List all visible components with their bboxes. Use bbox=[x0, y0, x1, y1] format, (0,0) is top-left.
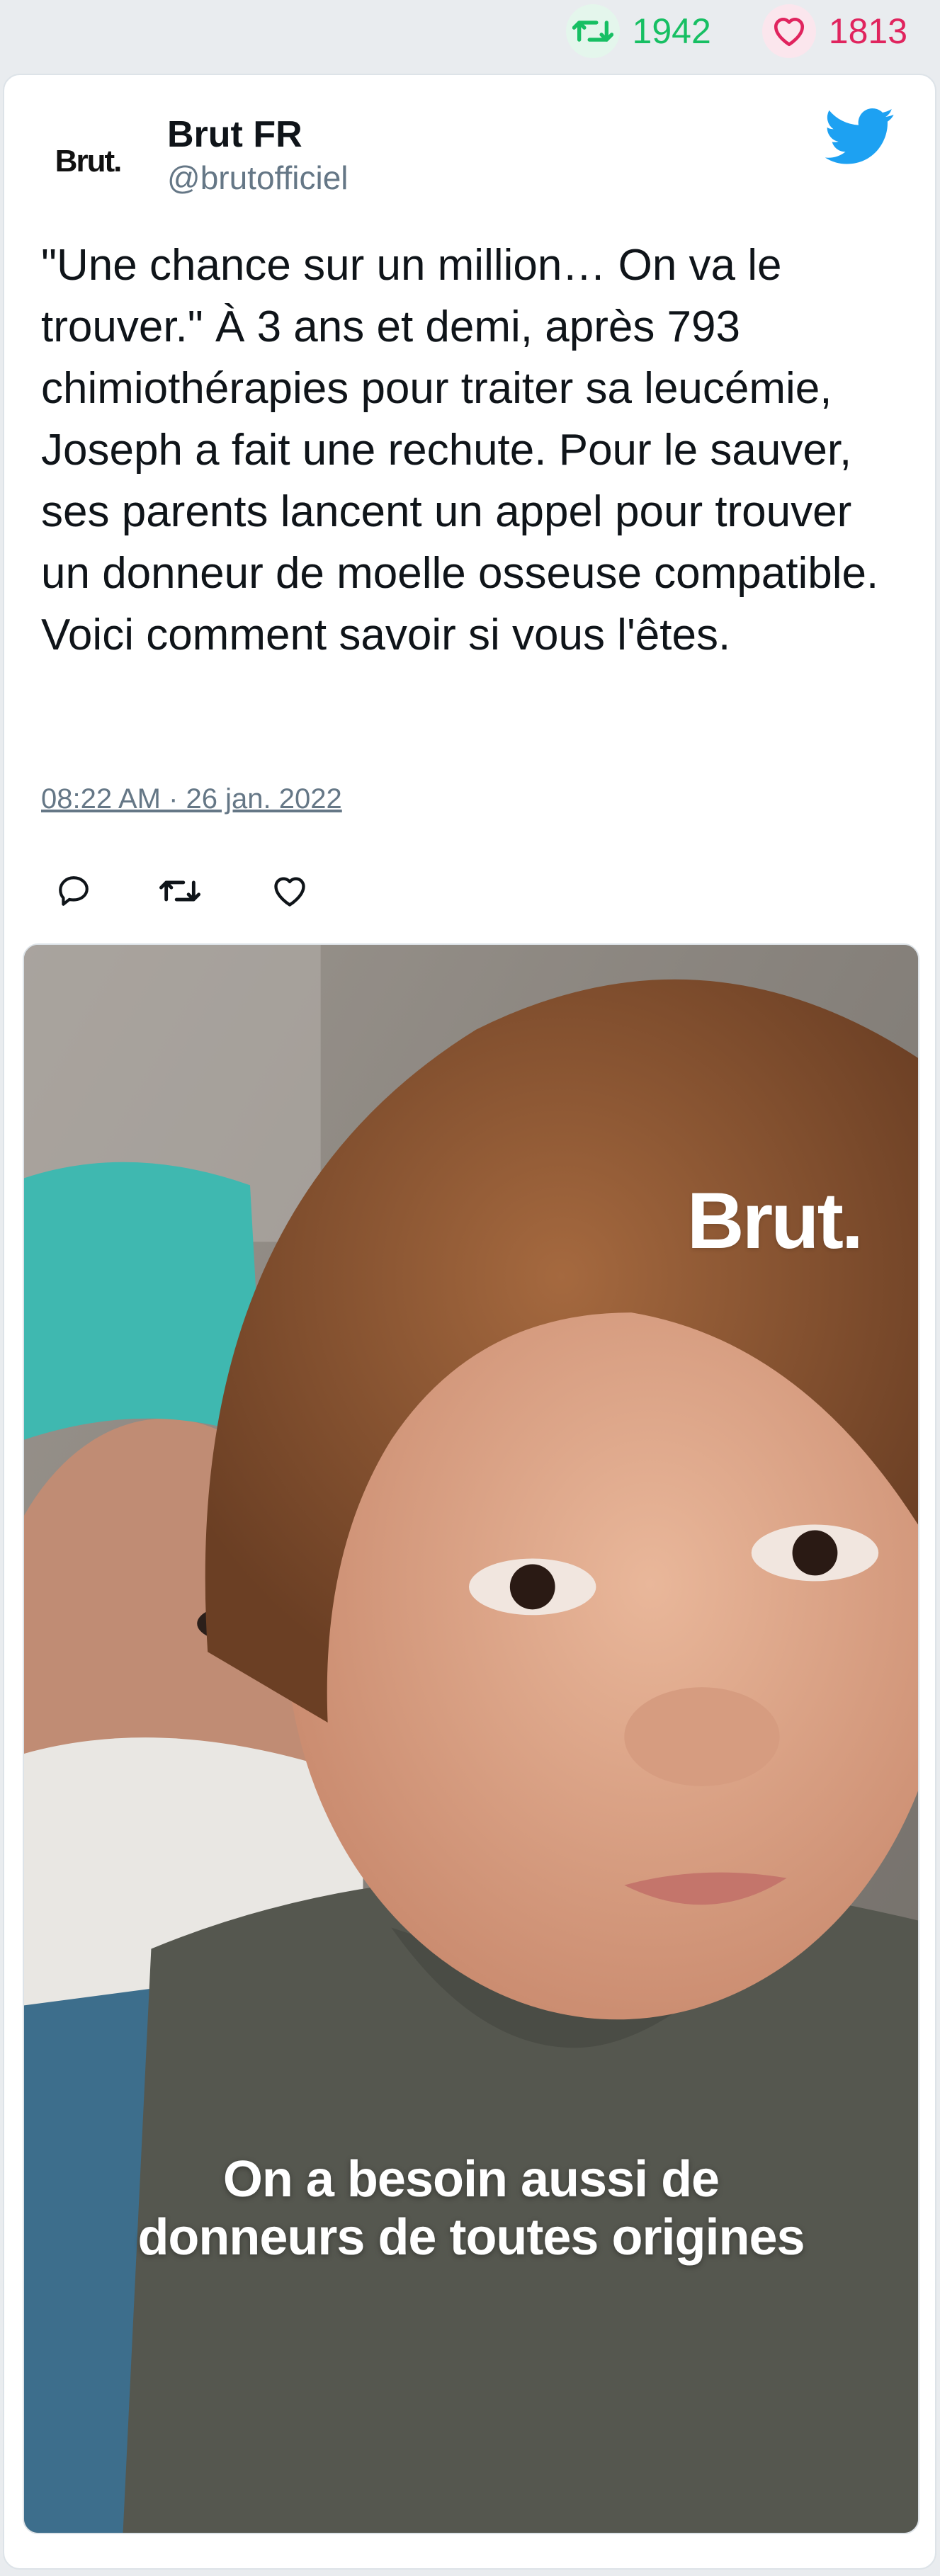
author-display-name[interactable]: Brut FR bbox=[167, 112, 349, 157]
avatar-logo-text: Brut. bbox=[55, 144, 123, 178]
like-button[interactable] bbox=[261, 863, 318, 919]
heart-icon bbox=[274, 877, 305, 907]
tweet-header: Brut. Brut FR @brutofficiel bbox=[4, 75, 935, 238]
retweet-button[interactable] bbox=[152, 863, 208, 919]
video-caption-line-1: On a besoin aussi de bbox=[222, 2151, 720, 2208]
retweet-icon bbox=[159, 880, 200, 902]
reply-button[interactable] bbox=[45, 863, 102, 919]
avatar[interactable]: Brut. bbox=[41, 115, 135, 208]
like-count-stat[interactable]: 1813 bbox=[761, 4, 907, 58]
video-caption: On a besoin aussi de donneurs de toutes … bbox=[24, 2150, 918, 2266]
retweet-icon bbox=[565, 4, 620, 58]
tweet-timestamp[interactable]: 08:22 AM · 26 jan. 2022 bbox=[41, 783, 342, 815]
author-handle[interactable]: @brutofficiel bbox=[167, 157, 349, 198]
video-brand-watermark: Brut. bbox=[686, 1176, 863, 1265]
author-names: Brut FR @brutofficiel bbox=[167, 112, 349, 198]
tweet-text: "Une chance sur un million… On va le tro… bbox=[41, 241, 879, 659]
heart-icon bbox=[761, 4, 816, 58]
tweet-video[interactable]: Brut. On a besoin aussi de donneurs de t… bbox=[23, 943, 919, 2534]
retweet-count-stat[interactable]: 1942 bbox=[565, 4, 711, 58]
retweet-count: 1942 bbox=[632, 11, 711, 51]
twitter-bird-icon[interactable] bbox=[825, 108, 895, 166]
like-count: 1813 bbox=[828, 11, 907, 51]
reply-icon bbox=[59, 876, 89, 906]
tweet-stats-bar: 1942 1813 bbox=[565, 0, 940, 62]
video-caption-line-2: donneurs de toutes origines bbox=[137, 2209, 805, 2266]
tweet-card: Brut. Brut FR @brutofficiel "Une chance … bbox=[3, 74, 936, 2570]
